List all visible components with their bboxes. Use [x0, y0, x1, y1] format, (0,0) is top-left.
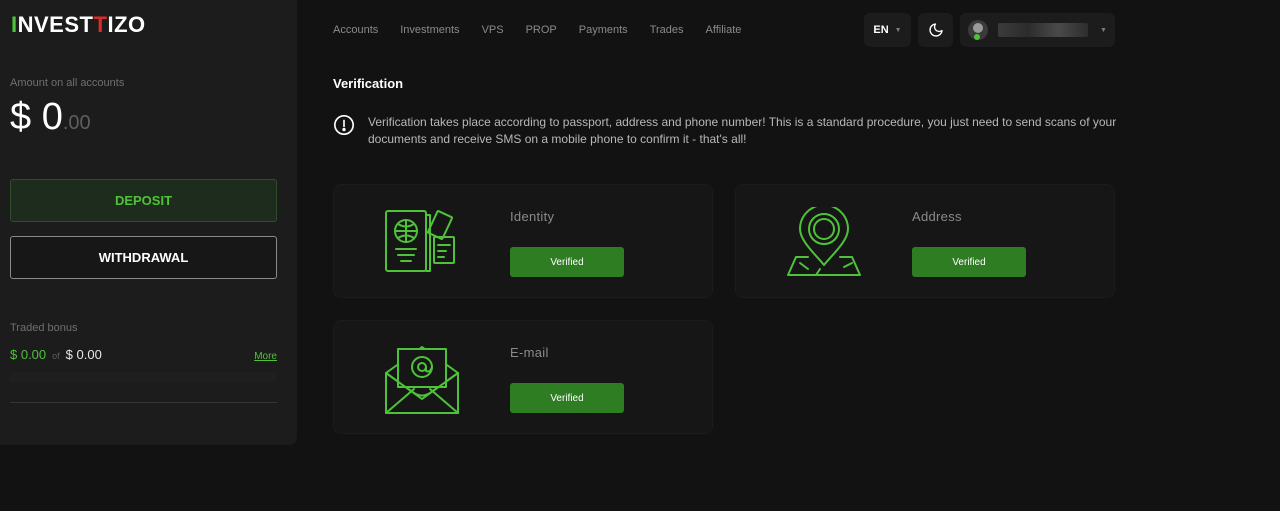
investizo-logo[interactable]: INVESTTIZO	[11, 10, 146, 40]
identity-verified-button[interactable]: Verified	[510, 247, 624, 277]
traded-bonus-row: $ 0.00 of $ 0.00 More	[10, 347, 277, 362]
bonus-value: $ 0.00	[10, 347, 47, 362]
notice-text: Verification takes place according to pa…	[368, 115, 1117, 146]
amount-cents: .00	[62, 112, 91, 134]
nav-investments[interactable]: Investments	[400, 24, 459, 36]
email-card: E-mail Verified	[333, 320, 713, 434]
nav-trades[interactable]: Trades	[650, 24, 684, 36]
info-alert-icon	[334, 115, 354, 135]
deposit-button[interactable]: DEPOSIT	[10, 179, 277, 222]
theme-toggle-button[interactable]	[918, 13, 953, 47]
bonus-more-link[interactable]: More	[254, 351, 277, 362]
language-label: EN	[873, 24, 889, 36]
identity-title: Identity	[510, 209, 555, 224]
sidebar-divider	[10, 402, 277, 403]
nav-affiliate[interactable]: Affiliate	[706, 24, 742, 36]
logo-letters-nvest: NVEST	[17, 12, 94, 37]
nav-vps[interactable]: VPS	[482, 24, 504, 36]
online-status-dot	[974, 34, 980, 40]
page-title: Verification	[333, 76, 404, 91]
bonus-of: of	[52, 351, 60, 361]
language-selector[interactable]: EN ▼	[864, 13, 911, 47]
chevron-down-icon: ▼	[1100, 26, 1107, 34]
address-card: Address Verified	[735, 184, 1115, 298]
email-title: E-mail	[510, 345, 549, 360]
identity-card: Identity Verified	[333, 184, 713, 298]
profile-menu[interactable]: ▼	[960, 13, 1115, 47]
amount-main: $ 0	[10, 96, 63, 138]
logo-letter-t: T	[93, 12, 108, 37]
traded-bonus-label: Traded bonus	[10, 322, 78, 334]
moon-icon	[928, 23, 943, 37]
withdrawal-button[interactable]: WITHDRAWAL	[10, 236, 277, 279]
email-verified-button[interactable]: Verified	[510, 383, 624, 413]
passport-icon	[385, 210, 455, 272]
nav-prop[interactable]: PROP	[526, 24, 557, 36]
logo-letter-i: I	[11, 12, 18, 37]
chevron-down-icon: ▼	[894, 26, 902, 34]
bonus-total: $ 0.00	[65, 347, 102, 362]
profile-name-redacted	[998, 23, 1088, 37]
nav-payments[interactable]: Payments	[579, 24, 628, 36]
total-amount: $ 0 .00	[10, 96, 91, 139]
map-pin-icon	[787, 207, 861, 276]
address-verified-button[interactable]: Verified	[912, 247, 1026, 277]
verification-notice: Verification takes place according to pa…	[333, 114, 1123, 148]
bonus-progress-bar	[10, 372, 277, 382]
logo-letters-zo: ZO	[114, 12, 146, 37]
amount-label: Amount on all accounts	[10, 77, 125, 89]
nav-accounts[interactable]: Accounts	[333, 24, 378, 36]
sidebar: INVESTTIZO Amount on all accounts $ 0 .0…	[0, 0, 297, 445]
address-title: Address	[912, 209, 962, 224]
top-nav: Accounts Investments VPS PROP Payments T…	[333, 24, 763, 36]
envelope-icon	[385, 346, 459, 414]
